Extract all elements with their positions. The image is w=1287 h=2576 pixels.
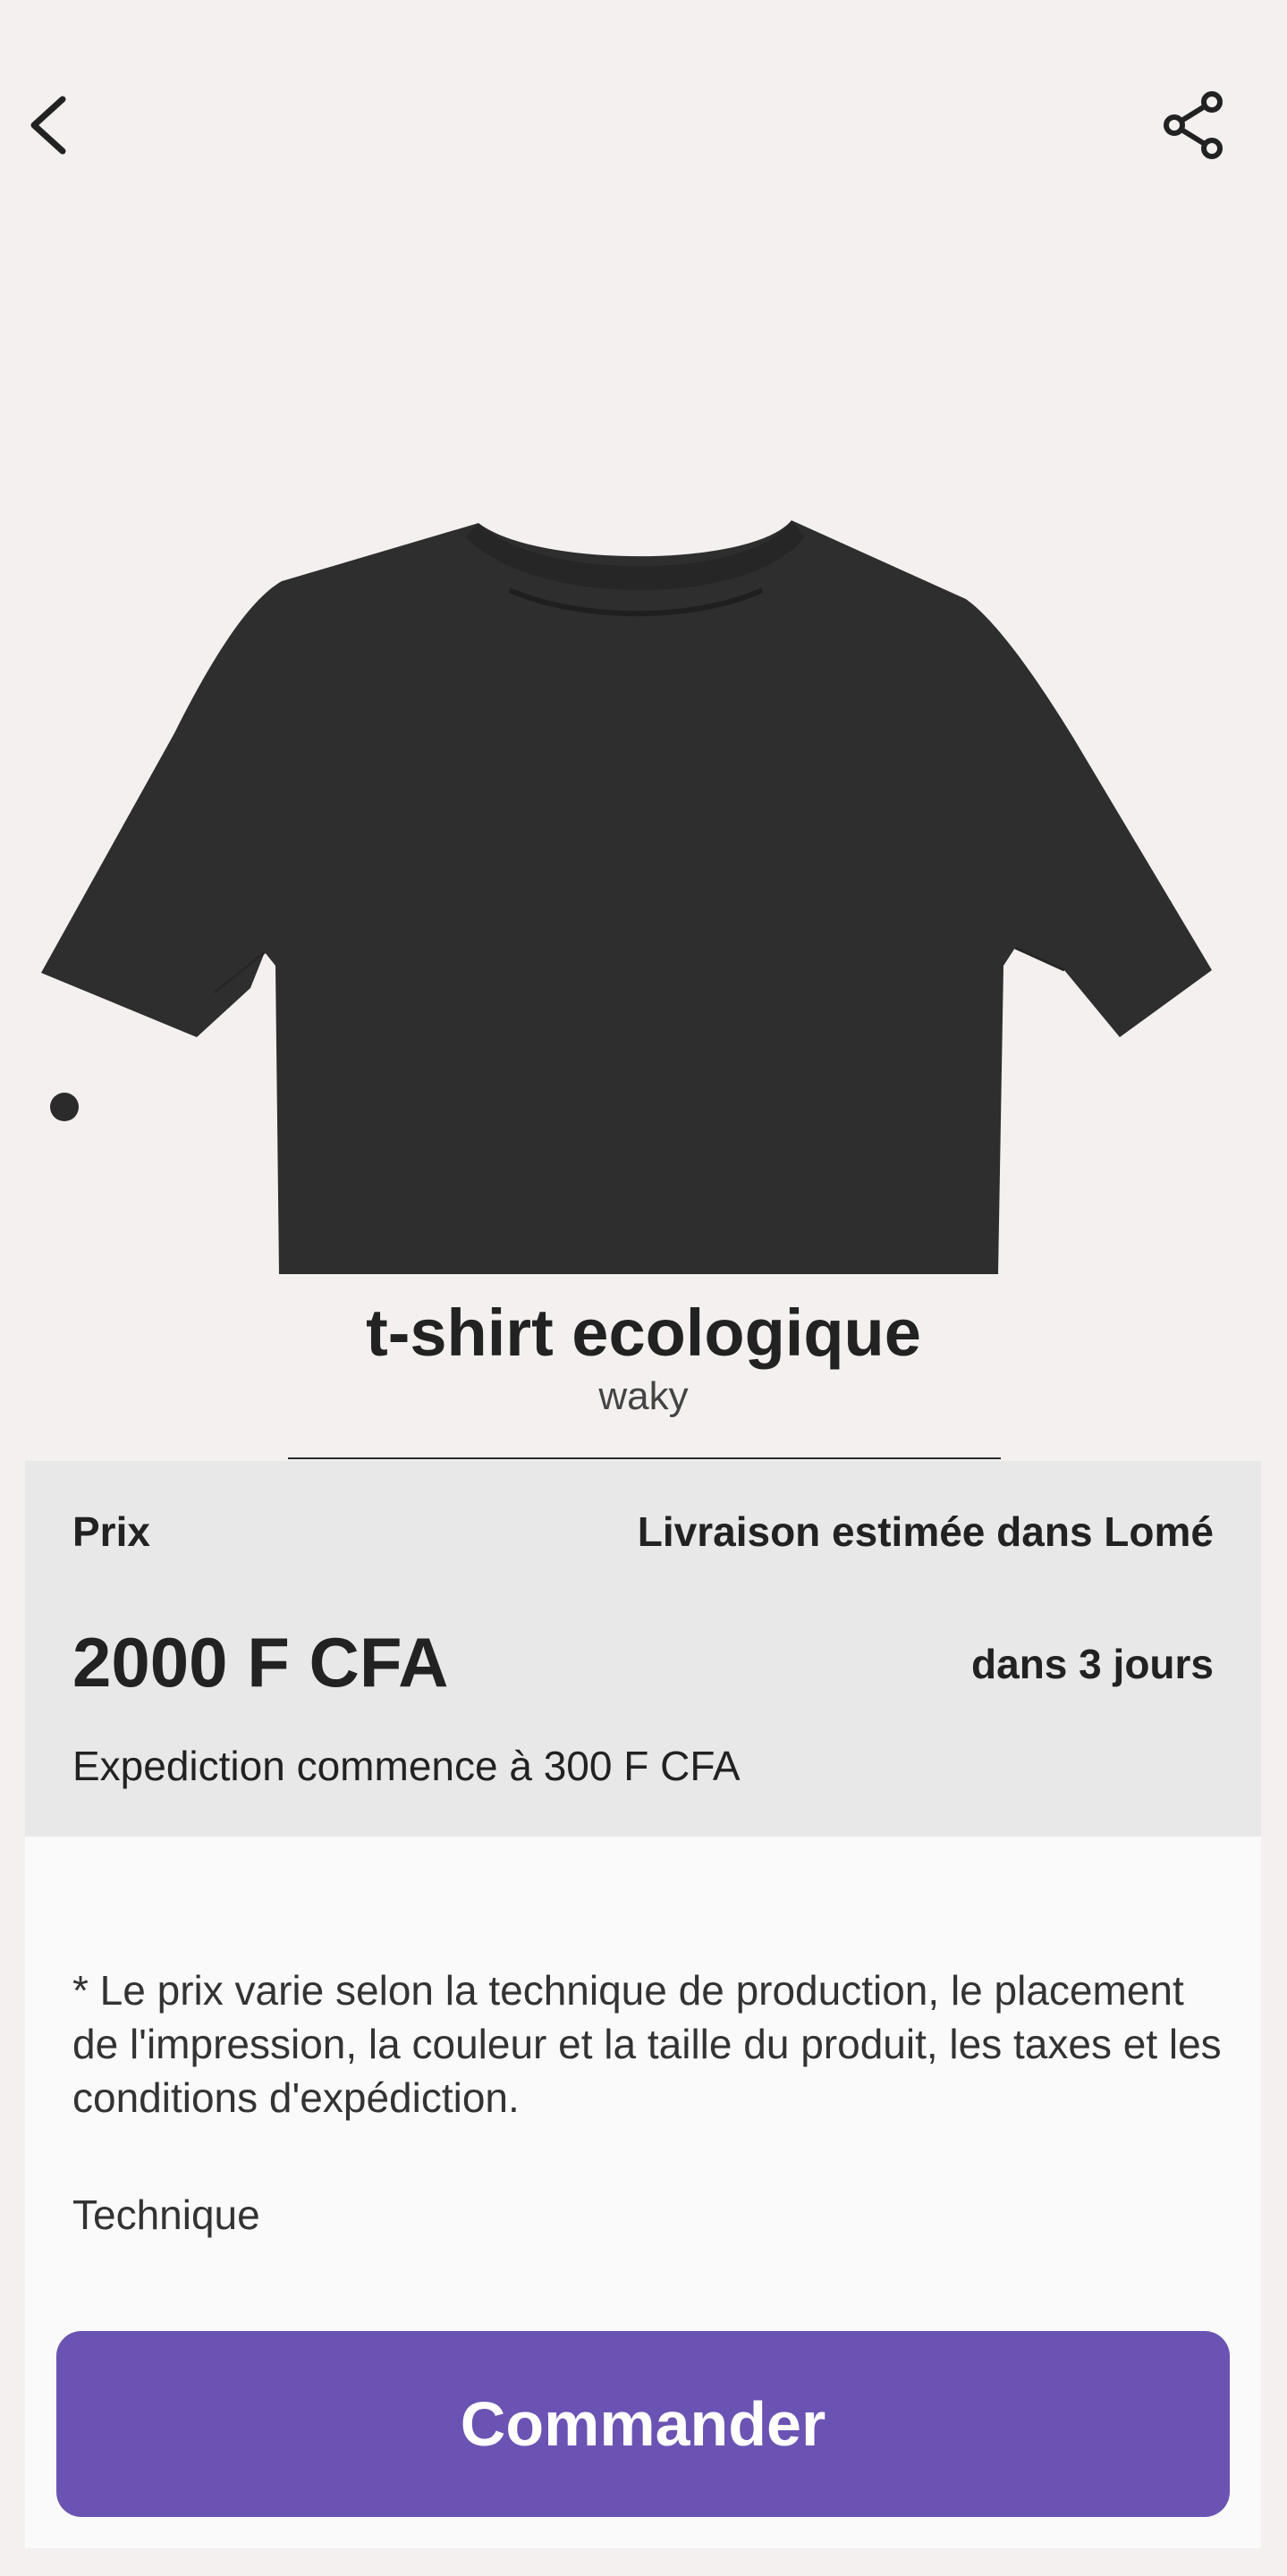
product-image-carousel[interactable] (0, 411, 1287, 1274)
order-button[interactable]: Commander (56, 2331, 1230, 2517)
details-panel: * Le prix varie selon la technique de pr… (25, 1837, 1261, 2548)
price-disclaimer: * Le prix varie selon la technique de pr… (72, 1967, 1222, 2121)
price-value: 2000 F CFA (72, 1623, 449, 1702)
carousel-dot-active[interactable] (50, 1093, 79, 1121)
technique-label: Technique (72, 2192, 260, 2238)
back-button[interactable] (7, 82, 93, 168)
delivery-label: Livraison estimée dans Lomé (637, 1508, 1214, 1555)
product-brand: waky (598, 1374, 689, 1419)
share-button[interactable] (1150, 82, 1236, 168)
pricing-panel: Prix Livraison estimée dans Lomé 2000 F … (25, 1461, 1261, 1837)
divider (288, 1457, 1001, 1459)
price-label: Prix (72, 1508, 150, 1555)
shipping-note: Expediction commence à 300 F CFA (72, 1743, 741, 1789)
product-image (41, 520, 1212, 1274)
product-title: t-shirt ecologique (366, 1296, 921, 1370)
chevron-left-icon (30, 96, 66, 155)
delivery-time: dans 3 jours (971, 1641, 1214, 1687)
top-bar (0, 0, 1287, 215)
share-icon (1164, 91, 1223, 159)
product-header: t-shirt ecologique waky (0, 1296, 1287, 1419)
